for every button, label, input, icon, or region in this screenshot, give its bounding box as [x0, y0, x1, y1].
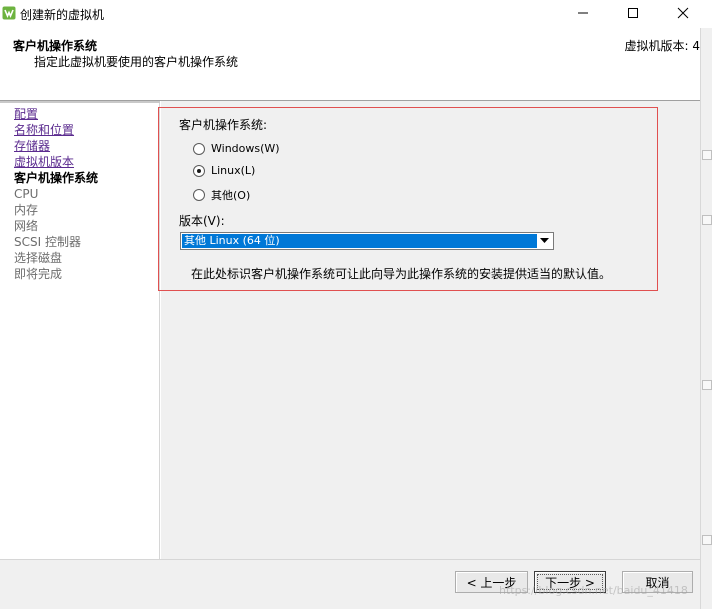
sidebar-step-4: 客户机操作系统 [14, 171, 99, 185]
guest-os-group-label: 客户机操作系统: [179, 118, 268, 132]
radio-button[interactable] [193, 142, 205, 155]
sidebar-step-9: 选择磁盘 [14, 251, 63, 265]
sidebar-step-7: 网络 [14, 219, 39, 233]
version-selected-value: 其他 Linux (64 位) [182, 234, 537, 248]
version-label: 版本(V): [179, 214, 225, 228]
chevron-down-icon[interactable] [537, 234, 552, 248]
edge-marker [702, 380, 712, 390]
maximize-button[interactable] [610, 0, 656, 28]
close-icon [677, 7, 689, 22]
radio-linux[interactable]: Linux(L) [193, 164, 255, 177]
minimize-button[interactable] [560, 0, 606, 28]
page-title: 客户机操作系统 [13, 39, 98, 53]
nav-top-border [0, 101, 160, 103]
radio-button-checked[interactable] [193, 164, 205, 177]
right-edge-panel [700, 28, 712, 609]
sidebar-step-2[interactable]: 存储器 [14, 138, 50, 154]
minimize-icon [577, 7, 589, 22]
sidebar-step-1[interactable]: 名称和位置 [14, 122, 74, 138]
wizard-header: 客户机操作系统 指定此虚拟机要使用的客户机操作系统 虚拟机版本: 4 [0, 28, 700, 100]
edge-marker [702, 535, 712, 545]
guest-os-hint: 在此处标识客户机操作系统可让此向导为此操作系统的安装提供适当的默认值。 [191, 267, 612, 281]
edge-marker [702, 150, 712, 160]
page-subtitle: 指定此虚拟机要使用的客户机操作系统 [34, 55, 239, 69]
radio-other[interactable]: 其他(O) [193, 187, 250, 203]
window-title: 创建新的虚拟机 [20, 8, 105, 22]
sidebar-step-5: CPU [14, 187, 39, 201]
version-dropdown[interactable]: 其他 Linux (64 位) [180, 232, 554, 250]
watermark-text: https://blog.csdn.net/baidu_41418 [499, 584, 688, 597]
vsphere-logo-icon [2, 6, 16, 20]
sidebar-step-10: 即将完成 [14, 267, 63, 281]
maximize-icon [627, 7, 639, 22]
radio-label: 其他(O) [211, 189, 251, 202]
edge-marker [702, 215, 712, 225]
window-titlebar[interactable]: 创建新的虚拟机 [0, 0, 712, 28]
sidebar-step-8: SCSI 控制器 [14, 235, 81, 249]
sidebar-step-3[interactable]: 虚拟机版本 [14, 154, 74, 170]
sidebar-step-6: 内存 [14, 203, 39, 217]
radio-button[interactable] [193, 189, 205, 201]
radio-label: Linux(L) [211, 164, 256, 177]
radio-windows[interactable]: Windows(W) [193, 142, 280, 155]
close-button[interactable] [660, 0, 706, 28]
vm-version-label: 虚拟机版本: 4 [624, 39, 701, 53]
radio-label: Windows(W) [211, 142, 280, 155]
sidebar-step-0[interactable]: 配置 [14, 106, 38, 122]
